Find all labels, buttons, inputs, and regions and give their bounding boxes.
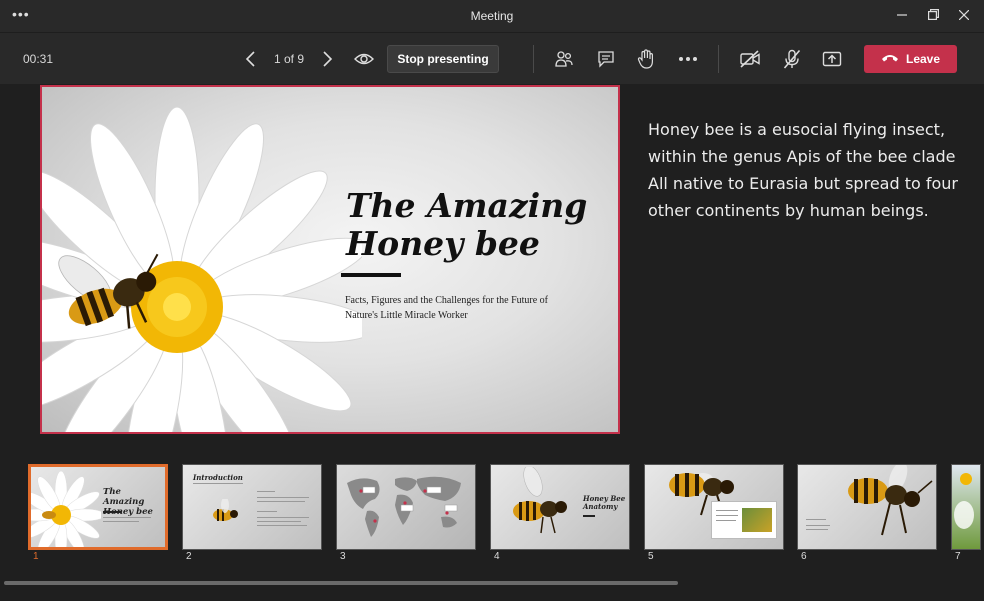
slide-number-6: 6: [801, 551, 807, 562]
thumb-2-text: [257, 511, 277, 512]
slide-number-4: 4: [494, 551, 500, 562]
leave-button[interactable]: Leave: [864, 45, 957, 73]
leave-label: Leave: [905, 52, 941, 66]
minimize-icon[interactable]: [892, 6, 912, 26]
bee-side-thumb-image: [848, 465, 933, 536]
thumb-1-rule: [103, 511, 121, 513]
phone-icon: [881, 52, 899, 66]
thumb-6-text: [806, 529, 828, 530]
thumb-2-text: [257, 517, 309, 518]
restore-icon[interactable]: [923, 6, 943, 26]
world-map-thumb-image: [347, 476, 461, 537]
thumb-2-text: [257, 525, 307, 526]
daisy-bee-illustration: [42, 106, 362, 432]
flower-thumb-image: [954, 473, 974, 529]
slide-subtitle-line1: Facts, Figures and the Challenges for th…: [345, 295, 549, 306]
speaker-notes: Honey bee is a eusocial flying insect, w…: [648, 116, 958, 224]
presented-slide: The Amazing Honey bee Facts, Figures and…: [40, 85, 620, 434]
meeting-toolbar: 00:31 1 of 9 Stop presenting Leave: [0, 32, 984, 84]
slide-thumbnail-7[interactable]: [951, 464, 981, 550]
thumb-1-text: [103, 517, 151, 518]
slide-thumbnail-1[interactable]: The Amazing Honey bee: [28, 464, 168, 550]
thumb-6-text: [806, 525, 830, 526]
more-actions-icon[interactable]: [676, 47, 700, 71]
slide-title-rule: [341, 273, 401, 277]
slide-title-line1: The Amazing: [346, 186, 588, 225]
thumb-5-text: [716, 510, 738, 511]
thumb-6-text: [806, 519, 826, 520]
window-title: Meeting: [470, 9, 514, 23]
thumb-5-photo: [742, 508, 772, 532]
slide-thumbnail-4[interactable]: Honey Bee Anatomy: [490, 464, 630, 550]
eye-icon[interactable]: [352, 47, 376, 71]
thumb-2-title: Introduction: [193, 473, 243, 482]
notes-line2: within the genus Apis of the bee clade: [648, 147, 956, 166]
thumb-4-title: Honey Bee Anatomy: [583, 495, 625, 511]
toolbar-divider: [533, 45, 534, 73]
slide-page-count: 1 of 9: [274, 52, 305, 66]
slide-title-line2: Honey bee: [346, 224, 540, 263]
notes-line3: All native to Eurasia but spread to four: [648, 174, 958, 193]
slide-subtitle: Facts, Figures and the Challenges for th…: [345, 293, 575, 323]
slide-thumbnail-6[interactable]: [797, 464, 937, 550]
notes-line4: other continents by human beings.: [648, 201, 929, 220]
slide-thumbnail-2[interactable]: Introduction: [182, 464, 322, 550]
slide-thumbnail-3[interactable]: [336, 464, 476, 550]
slide-thumbnail-5[interactable]: [644, 464, 784, 550]
bee-anatomy-thumb-image: [513, 467, 567, 534]
next-slide-icon[interactable]: [315, 47, 339, 71]
thumb-4-rule: [583, 515, 595, 517]
notes-line1: Honey bee is a eusocial flying insect,: [648, 120, 946, 139]
bee-thumb-image: [213, 499, 238, 521]
slide-thumbnail-strip: The Amazing Honey bee 1 Introduction 2 3…: [0, 460, 984, 570]
meeting-timer: 00:31: [23, 52, 54, 66]
thumb-2-text: [257, 491, 275, 492]
chat-icon[interactable]: [594, 47, 618, 71]
slide-number-1: 1: [33, 551, 39, 562]
slide-subtitle-line2: Nature's Little Miracle Worker: [345, 310, 468, 321]
thumb-5-callout: [711, 501, 777, 539]
mic-off-icon[interactable]: [780, 47, 804, 71]
slide-number-5: 5: [648, 551, 654, 562]
title-bar: ••• Meeting: [0, 0, 984, 32]
camera-off-icon[interactable]: [738, 47, 762, 71]
share-icon[interactable]: [820, 47, 844, 71]
thumb-2-text: [257, 521, 301, 522]
thumb-1-title-line1: The Amazing: [103, 487, 145, 507]
toolbar-divider: [718, 45, 719, 73]
thumb-1-text: [103, 521, 139, 522]
thumb-2-text: [257, 501, 305, 502]
thumb-5-text: [716, 520, 736, 521]
thumb-2-rule: [193, 483, 243, 484]
close-icon[interactable]: [954, 6, 974, 26]
slide-number-7: 7: [955, 551, 961, 562]
thumb-5-text: [716, 515, 738, 516]
raise-hand-icon[interactable]: [634, 47, 658, 71]
thumb-2-text: [257, 497, 309, 498]
daisy-thumb-image: [31, 470, 101, 547]
thumb-4-title-line2: Anatomy: [583, 502, 618, 511]
thumbnail-scrollbar[interactable]: [4, 581, 678, 585]
slide-number-2: 2: [186, 551, 192, 562]
prev-slide-icon[interactable]: [239, 47, 263, 71]
stop-presenting-button[interactable]: Stop presenting: [387, 45, 499, 73]
people-icon[interactable]: [552, 47, 576, 71]
slide-title: The Amazing Honey bee: [346, 187, 587, 263]
slide-number-3: 3: [340, 551, 346, 562]
